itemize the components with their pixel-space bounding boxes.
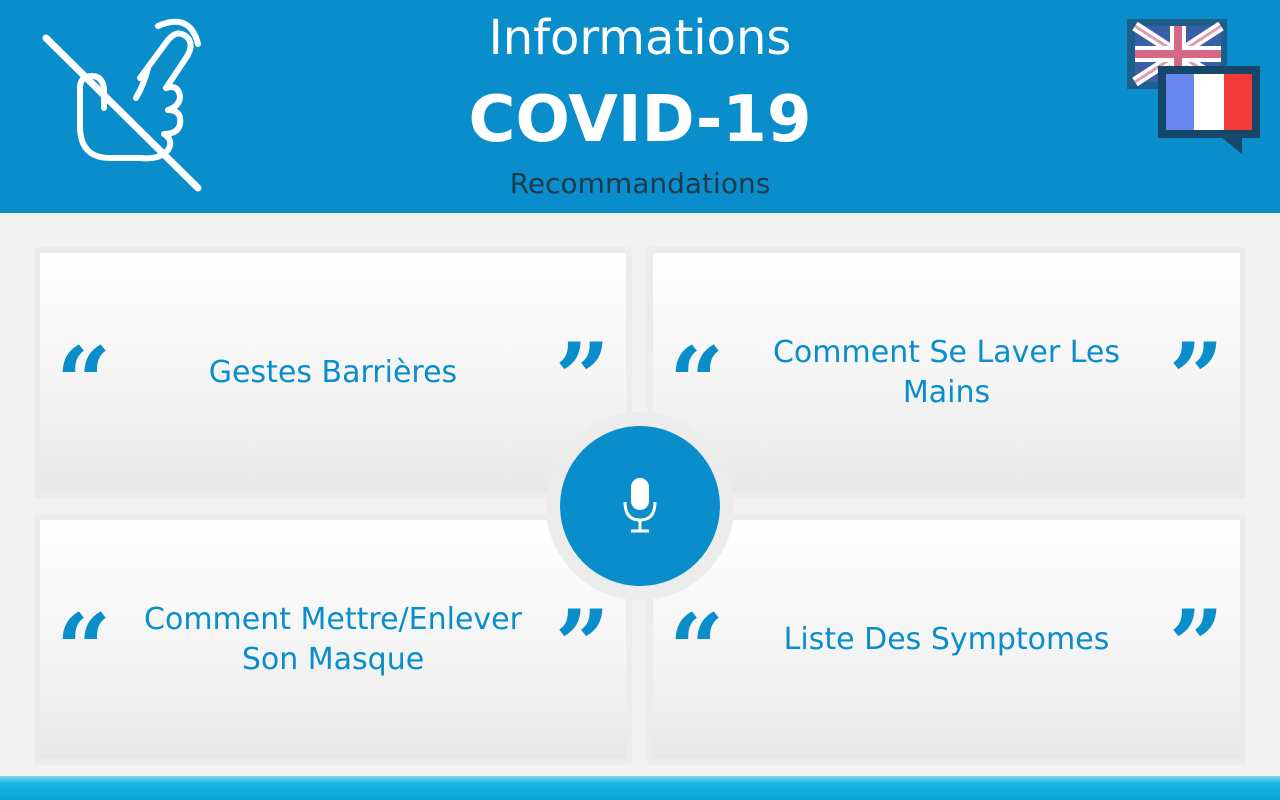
language-switch-icon[interactable] (1124, 16, 1264, 156)
card-label: Gestes Barrières (208, 354, 458, 390)
card-gestes-barrieres[interactable]: “ Gestes Barrières ” (40, 253, 626, 492)
close-quote-icon: ” (1168, 321, 1224, 435)
open-quote-icon: “ (669, 592, 725, 706)
card-laver-mains[interactable]: “ Comment Se Laver Les Mains ” (653, 253, 1240, 492)
footer-bar (0, 776, 1280, 800)
close-quote-icon: ” (554, 321, 610, 435)
open-quote-icon: “ (56, 325, 112, 439)
card-masque[interactable]: “ Comment Mettre/Enlever Son Masque ” (40, 520, 626, 759)
card-gestes-barrieres-frame: “ Gestes Barrières ” (34, 247, 632, 498)
card-label: Comment Se Laver Les Mains (772, 334, 1120, 410)
card-laver-mains-frame: “ Comment Se Laver Les Mains ” (647, 247, 1246, 498)
close-quote-icon: ” (1168, 588, 1224, 702)
subtitle-recommandations: Recommandations (509, 167, 771, 200)
open-quote-icon: “ (56, 592, 112, 706)
title-informations: Informations (488, 10, 792, 66)
header-bar: Informations COVID-19 Recommandations (0, 0, 1280, 213)
card-symptomes-frame: “ Liste Des Symptomes ” (647, 514, 1246, 765)
title-covid: COVID-19 (468, 83, 812, 157)
close-quote-icon: ” (554, 588, 610, 702)
microphone-icon (623, 478, 657, 533)
card-symptomes[interactable]: “ Liste Des Symptomes ” (653, 520, 1240, 759)
card-label: Comment Mettre/Enlever Son Masque (144, 601, 522, 677)
open-quote-icon: “ (669, 325, 725, 439)
card-label: Liste Des Symptomes (783, 621, 1110, 657)
card-masque-frame: “ Comment Mettre/Enlever Son Masque ” (34, 514, 632, 765)
mic-button[interactable] (560, 426, 720, 586)
